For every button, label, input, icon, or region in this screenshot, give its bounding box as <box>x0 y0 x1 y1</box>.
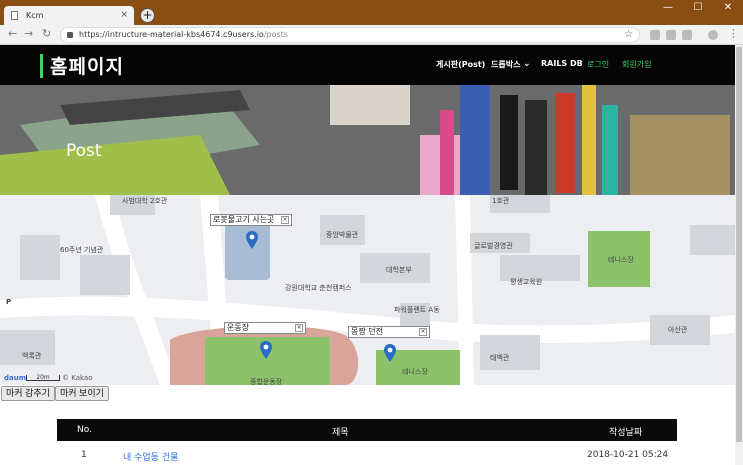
url-host: https://intructure-material-kbs4674.c9us… <box>79 30 264 39</box>
menu-kebab-icon[interactable]: ⋮ <box>728 27 739 40</box>
column-header-title: 제목 <box>332 428 349 438</box>
daum-logo: daum <box>4 374 27 382</box>
url-path: /posts <box>263 30 288 39</box>
map-label: 종합운동장 <box>250 378 283 385</box>
map-label: 백록관 <box>22 352 42 360</box>
map-marker-icon[interactable] <box>246 231 258 249</box>
map-marker-icon[interactable] <box>260 341 272 359</box>
new-tab-button[interactable]: + <box>140 8 155 23</box>
marker-title: 몽짱 던전 <box>351 327 383 336</box>
browser-titlebar: Kcm × + — ☐ ✕ <box>0 0 743 25</box>
marker-infowindow: 몽짱 던전 × <box>348 326 430 338</box>
site-brand[interactable]: 홈페이지 <box>50 52 124 79</box>
lock-icon <box>67 32 73 38</box>
close-icon[interactable]: × <box>295 324 303 332</box>
hero-background-image <box>0 85 735 195</box>
extension-icon[interactable] <box>650 30 660 40</box>
row-no: 1 <box>81 450 87 460</box>
map-scale-bar: 20m <box>26 375 60 381</box>
map-label: 태백관 <box>490 354 510 362</box>
map-label: P <box>6 298 12 306</box>
close-icon[interactable]: × <box>281 216 289 224</box>
column-header-date: 작성날짜 <box>609 428 643 438</box>
close-window-button[interactable]: ✕ <box>713 0 743 18</box>
column-header-no: No. <box>77 425 92 435</box>
tab-title: Kcm <box>26 11 44 20</box>
profile-avatar-icon[interactable] <box>708 30 718 40</box>
url-text: https://intructure-material-kbs4674.c9us… <box>79 28 288 42</box>
scrollbar-thumb[interactable] <box>736 47 742 442</box>
map-label: 테니스장 <box>402 368 428 376</box>
nav-dropbox[interactable]: 드롭박스 <box>491 59 520 70</box>
map-label: 60주년 기념관 <box>60 246 104 254</box>
map-label: 글로벌경영관 <box>474 242 513 250</box>
marker-infowindow: 운동장 × <box>224 322 306 334</box>
hide-markers-button[interactable]: 마커 감추기 <box>1 386 55 401</box>
browser-tab[interactable]: Kcm × <box>4 6 134 25</box>
marker-infowindow: 로봇물고기 사는곳 × <box>210 214 292 226</box>
map-marker-icon[interactable] <box>384 344 396 362</box>
close-tab-icon[interactable]: × <box>120 10 128 20</box>
map-label: 평생교육원 <box>510 278 543 286</box>
nav-rails-db[interactable]: RAILS DB <box>541 59 583 68</box>
post-title-link[interactable]: 내 수업동 건물 <box>123 450 178 463</box>
row-date: 2018-10-21 05:24 <box>587 450 669 460</box>
map-label: 테니스장 <box>608 256 634 264</box>
reload-icon[interactable]: ↻ <box>42 27 51 40</box>
map-label: 사범대학 2호관 <box>122 197 168 205</box>
map-base-layer <box>0 195 735 385</box>
marker-title: 로봇물고기 사는곳 <box>213 215 275 224</box>
map-copyright: © Kakao <box>62 374 93 382</box>
address-bar[interactable]: https://intructure-material-kbs4674.c9us… <box>60 27 640 43</box>
map-label: 1호관 <box>492 197 510 205</box>
map-label: 강원대학교 춘천캠퍼스 <box>285 284 352 292</box>
chevron-down-icon[interactable]: ⌄ <box>523 59 531 69</box>
site-navbar: 홈페이지 게시판(Post) 드롭박스 ⌄ RAILS DB 로그인 회원가입 <box>0 45 735 85</box>
page-title: Post <box>66 141 102 161</box>
hero-banner: Post <box>0 85 735 195</box>
back-icon[interactable]: ← <box>8 27 17 40</box>
extension-icon[interactable] <box>666 30 676 40</box>
map-label: 중앙박물관 <box>326 231 359 239</box>
brand-accent-bar <box>40 54 43 78</box>
forward-icon[interactable]: → <box>24 27 33 40</box>
map-label: 아산관 <box>668 326 688 334</box>
show-markers-button[interactable]: 마커 보이기 <box>55 386 109 401</box>
page-scrollbar[interactable] <box>735 45 743 465</box>
nav-post[interactable]: 게시판(Post) <box>436 59 485 70</box>
nav-signup[interactable]: 회원가입 <box>622 59 651 70</box>
map-label: 대학본부 <box>386 266 412 274</box>
extension-icon[interactable] <box>682 30 692 40</box>
table-header: No. 제목 작성날짜 <box>57 419 677 441</box>
window-controls: — ☐ ✕ <box>653 0 743 18</box>
table-row: 1 내 수업동 건물 2018-10-21 05:24 <box>57 446 677 464</box>
map-label: 파워플랜트 A동 <box>394 306 440 314</box>
kakao-map[interactable]: 사범대학 2호관 60주년 기념관 중앙박물관 대학본부 1호관 글로벌경영관 … <box>0 195 735 385</box>
maximize-button[interactable]: ☐ <box>683 0 713 18</box>
close-icon[interactable]: × <box>419 328 427 336</box>
bookmark-star-icon[interactable]: ☆ <box>624 28 633 42</box>
minimize-button[interactable]: — <box>653 0 683 18</box>
nav-login[interactable]: 로그인 <box>587 59 609 70</box>
browser-toolbar: ← → ↻ https://intructure-material-kbs467… <box>0 25 743 45</box>
document-icon <box>11 11 18 20</box>
marker-title: 운동장 <box>227 323 250 332</box>
